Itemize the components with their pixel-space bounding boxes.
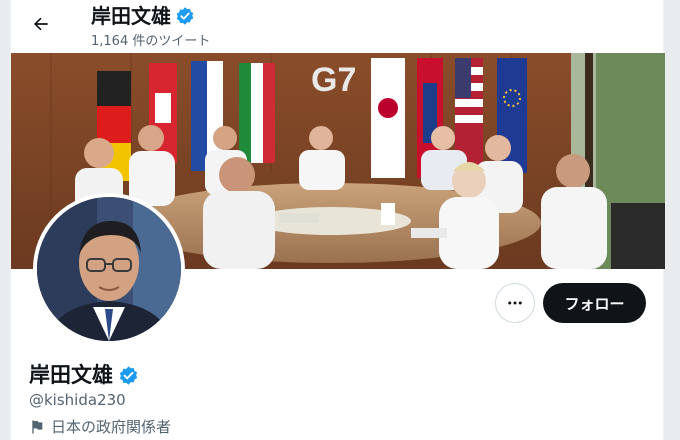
header-title: 岸田文雄	[91, 4, 195, 28]
profile-photo	[37, 197, 181, 341]
flag-icon	[32, 419, 43, 434]
avatar[interactable]	[33, 193, 185, 345]
profile-page: 岸田文雄 1,164 件のツイート G7 フォロー 岸田文雄 @kishida2…	[10, 0, 665, 440]
tweet-count: 1,164 件のツイート	[91, 34, 211, 49]
more-button[interactable]	[495, 283, 535, 323]
affiliation-label: 日本の政府関係者	[29, 416, 171, 437]
affiliation-text: 日本の政府関係者	[51, 418, 172, 436]
svg-text:G7: G7	[311, 61, 356, 99]
follow-button[interactable]: フォロー	[543, 283, 646, 323]
header-name: 岸田文雄	[91, 4, 171, 28]
verified-badge-icon	[176, 7, 194, 25]
user-handle: @kishida230	[29, 391, 126, 409]
verified-badge-icon	[119, 365, 138, 385]
profile-name-row: 岸田文雄	[29, 362, 139, 388]
more-horizontal-icon	[508, 301, 522, 305]
display-name: 岸田文雄	[29, 363, 113, 387]
back-button[interactable]	[25, 8, 57, 40]
arrow-left-icon	[34, 17, 48, 31]
top-header: 岸田文雄 1,164 件のツイート	[11, 0, 665, 53]
